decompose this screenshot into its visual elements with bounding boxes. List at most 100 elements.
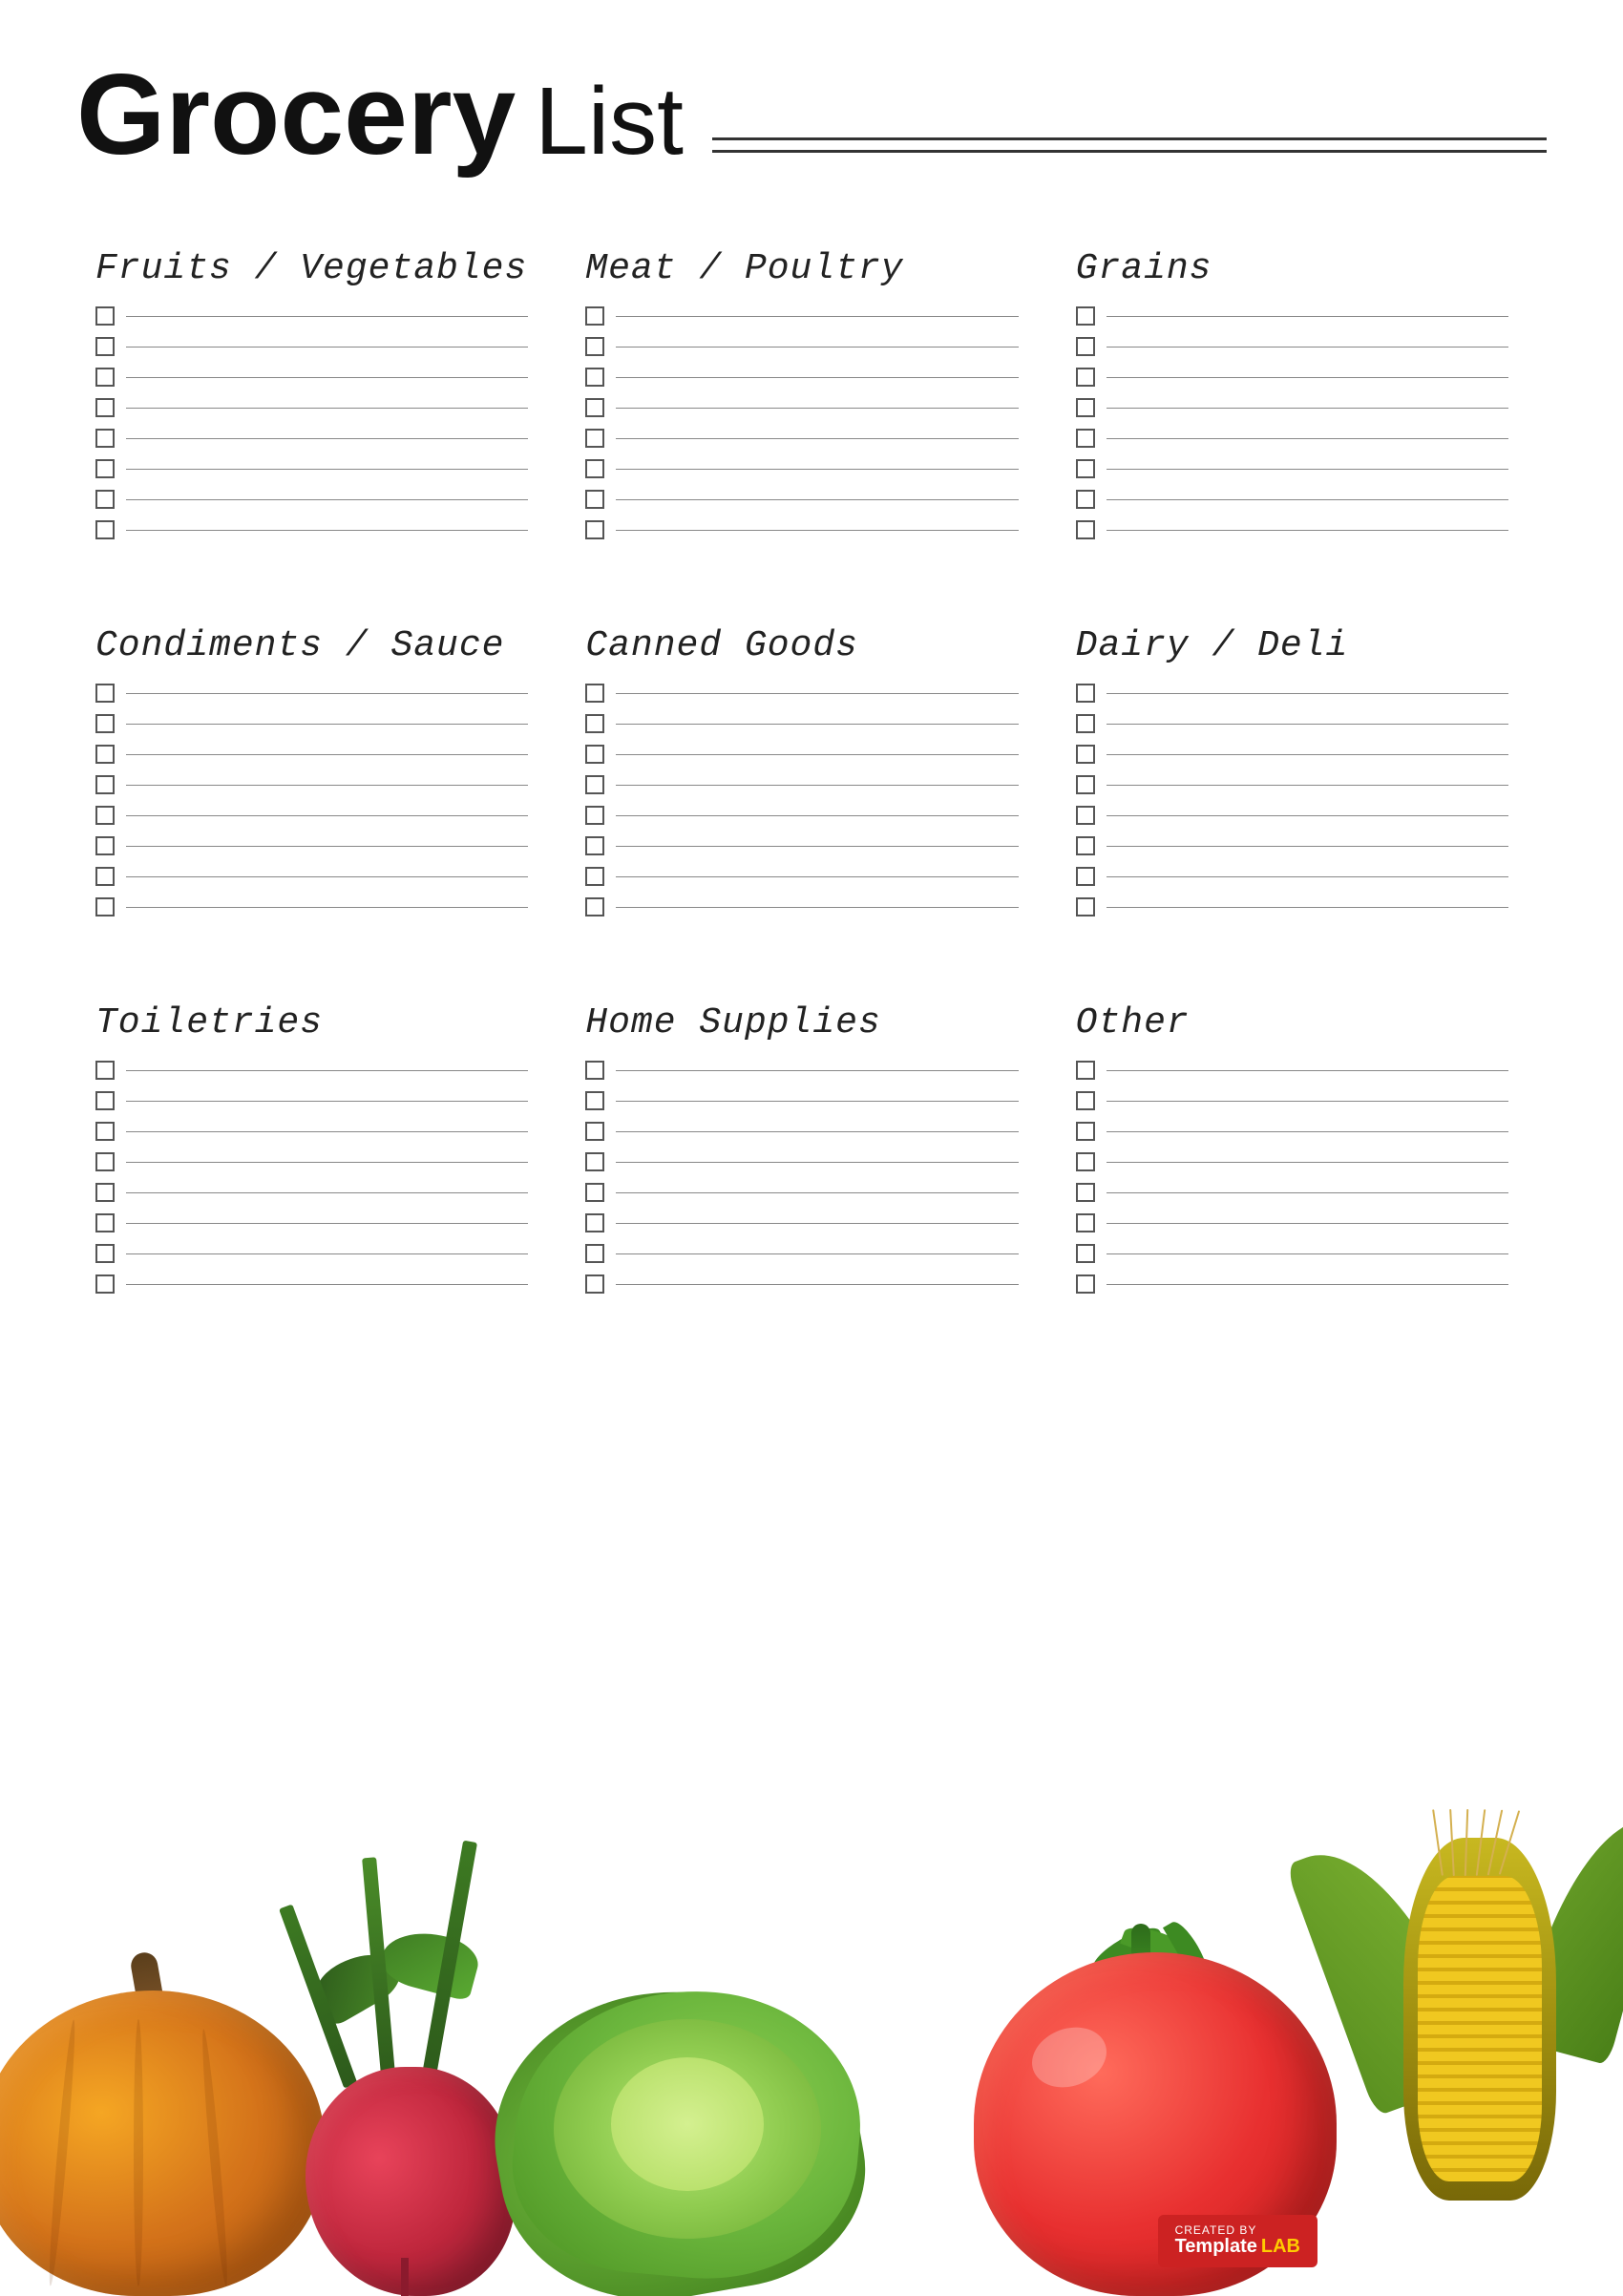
checkbox[interactable] xyxy=(585,714,604,733)
checkbox[interactable] xyxy=(95,897,115,916)
checkbox[interactable] xyxy=(585,368,604,387)
checkbox[interactable] xyxy=(585,337,604,356)
item-line xyxy=(616,754,1018,755)
checkbox[interactable] xyxy=(585,490,604,509)
checkbox[interactable] xyxy=(585,1244,604,1263)
checklist-canned-goods xyxy=(585,684,1018,916)
checkbox[interactable] xyxy=(585,1213,604,1232)
checklist-meat-poultry xyxy=(585,306,1018,539)
checkbox[interactable] xyxy=(95,745,115,764)
list-item xyxy=(95,867,528,886)
checkbox[interactable] xyxy=(95,1183,115,1202)
checkbox[interactable] xyxy=(95,1244,115,1263)
checkbox[interactable] xyxy=(95,306,115,326)
item-line xyxy=(126,530,528,531)
checkbox[interactable] xyxy=(95,1122,115,1141)
header-line-2 xyxy=(712,150,1547,153)
checkbox[interactable] xyxy=(585,806,604,825)
list-item xyxy=(1076,490,1508,509)
checkbox[interactable] xyxy=(585,745,604,764)
checkbox[interactable] xyxy=(1076,490,1095,509)
item-line xyxy=(1107,1223,1508,1224)
checkbox[interactable] xyxy=(95,1213,115,1232)
item-line xyxy=(126,1253,528,1254)
list-item xyxy=(585,306,1018,326)
checkbox[interactable] xyxy=(585,867,604,886)
list-item xyxy=(1076,1122,1508,1141)
checkbox[interactable] xyxy=(1076,398,1095,417)
checkbox[interactable] xyxy=(1076,1274,1095,1294)
item-line xyxy=(1107,1284,1508,1285)
item-line xyxy=(126,815,528,816)
checkbox[interactable] xyxy=(1076,745,1095,764)
checkbox[interactable] xyxy=(95,806,115,825)
list-item xyxy=(1076,520,1508,539)
checkbox[interactable] xyxy=(1076,306,1095,326)
checkbox[interactable] xyxy=(1076,1244,1095,1263)
checkbox[interactable] xyxy=(95,1274,115,1294)
checkbox[interactable] xyxy=(585,897,604,916)
checkbox[interactable] xyxy=(585,459,604,478)
checkbox[interactable] xyxy=(95,1061,115,1080)
checkbox[interactable] xyxy=(585,1274,604,1294)
checkbox[interactable] xyxy=(585,1091,604,1110)
checkbox[interactable] xyxy=(585,1122,604,1141)
checkbox[interactable] xyxy=(95,459,115,478)
checkbox[interactable] xyxy=(95,337,115,356)
checkbox[interactable] xyxy=(585,684,604,703)
checkbox[interactable] xyxy=(95,1091,115,1110)
checkbox[interactable] xyxy=(1076,1091,1095,1110)
checkbox[interactable] xyxy=(1076,368,1095,387)
checkbox[interactable] xyxy=(1076,684,1095,703)
checkbox[interactable] xyxy=(585,429,604,448)
checkbox[interactable] xyxy=(1076,1152,1095,1171)
checkbox[interactable] xyxy=(95,775,115,794)
checkbox[interactable] xyxy=(1076,867,1095,886)
checkbox[interactable] xyxy=(1076,897,1095,916)
item-line xyxy=(1107,377,1508,378)
checkbox[interactable] xyxy=(1076,806,1095,825)
checkbox[interactable] xyxy=(1076,1213,1095,1232)
checkbox[interactable] xyxy=(585,306,604,326)
checkbox[interactable] xyxy=(1076,337,1095,356)
checkbox[interactable] xyxy=(585,398,604,417)
checkbox[interactable] xyxy=(95,867,115,886)
checkbox[interactable] xyxy=(95,368,115,387)
checkbox[interactable] xyxy=(585,1152,604,1171)
section-title-condiments-sauce: Condiments / Sauce xyxy=(95,625,528,666)
checkbox[interactable] xyxy=(585,1183,604,1202)
list-item xyxy=(1076,398,1508,417)
checkbox[interactable] xyxy=(1076,836,1095,855)
checkbox[interactable] xyxy=(1076,714,1095,733)
checkbox[interactable] xyxy=(95,520,115,539)
checkbox[interactable] xyxy=(95,490,115,509)
checkbox[interactable] xyxy=(1076,1061,1095,1080)
checkbox[interactable] xyxy=(1076,1122,1095,1141)
checkbox[interactable] xyxy=(1076,1183,1095,1202)
checkbox[interactable] xyxy=(1076,459,1095,478)
section-grains: Grains xyxy=(1057,229,1547,578)
checkbox[interactable] xyxy=(585,520,604,539)
item-line xyxy=(1107,1070,1508,1071)
checkbox[interactable] xyxy=(1076,429,1095,448)
checkbox[interactable] xyxy=(95,714,115,733)
checkbox[interactable] xyxy=(95,1152,115,1171)
checkbox[interactable] xyxy=(585,836,604,855)
item-line xyxy=(126,754,528,755)
tomato-highlight xyxy=(1023,2017,1115,2097)
beet-leaves xyxy=(325,1819,516,2086)
checkbox[interactable] xyxy=(1076,520,1095,539)
checkbox[interactable] xyxy=(95,398,115,417)
checkbox[interactable] xyxy=(585,775,604,794)
section-title-home-supplies: Home Supplies xyxy=(585,1002,1018,1043)
logo-template-text: Template xyxy=(1175,2236,1257,2258)
checkbox[interactable] xyxy=(95,429,115,448)
list-item xyxy=(585,1061,1018,1080)
checkbox[interactable] xyxy=(585,1061,604,1080)
item-line xyxy=(126,907,528,908)
item-line xyxy=(126,1070,528,1071)
checkbox[interactable] xyxy=(1076,775,1095,794)
page-title: Grocery List xyxy=(76,57,684,172)
checkbox[interactable] xyxy=(95,684,115,703)
checkbox[interactable] xyxy=(95,836,115,855)
